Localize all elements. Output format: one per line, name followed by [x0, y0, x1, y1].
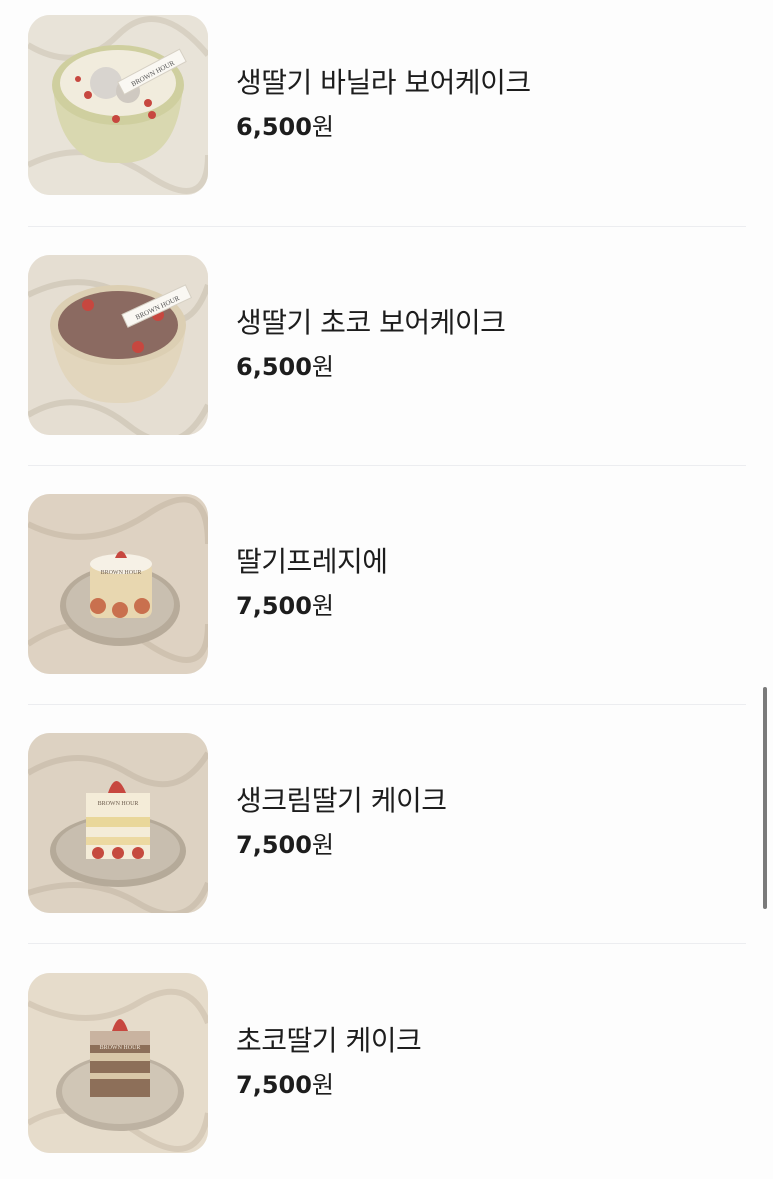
divider [28, 226, 746, 227]
product-thumbnail[interactable]: BROWN HOUR [28, 255, 208, 435]
brand-label: BROWN HOUR [98, 801, 139, 807]
product-thumbnail[interactable]: BROWN HOUR [28, 15, 208, 195]
divider [28, 465, 746, 466]
product-name: 생크림딸기 케이크 [236, 784, 447, 817]
product-price: 7,500원 [236, 592, 335, 620]
product-name: 생딸기 바닐라 보어케이크 [236, 66, 531, 99]
product-price: 7,500원 [236, 831, 335, 859]
brand-label: BROWN HOUR [101, 570, 142, 576]
product-name: 딸기프레지에 [236, 545, 388, 578]
divider [28, 704, 746, 705]
scrollbar[interactable] [763, 687, 767, 909]
product-name: 초코딸기 케이크 [236, 1024, 422, 1057]
product-price: 6,500원 [236, 113, 335, 141]
product-thumbnail[interactable]: BROWN HOUR [28, 733, 208, 913]
product-item[interactable]: BROWN HOUR 생크림딸기 케이크 7,500원 [28, 733, 746, 913]
product-item[interactable]: BROWN HOUR 생딸기 초코 보어케이크 6,500원 [28, 255, 746, 435]
product-thumbnail[interactable]: BROWN HOUR [28, 494, 208, 674]
product-price: 7,500원 [236, 1071, 335, 1099]
product-item[interactable]: BROWN HOUR 초코딸기 케이크 7,500원 [28, 973, 746, 1153]
product-price: 6,500원 [236, 353, 335, 381]
brand-label: BROWN HOUR [100, 1045, 141, 1051]
product-thumbnail[interactable]: BROWN HOUR [28, 973, 208, 1153]
product-item[interactable]: BROWN HOUR 딸기프레지에 7,500원 [28, 494, 746, 674]
product-item[interactable]: BROWN HOUR 생딸기 바닐라 보어케이크 6,500원 [28, 15, 746, 195]
divider [28, 943, 746, 944]
product-name: 생딸기 초코 보어케이크 [236, 306, 506, 339]
